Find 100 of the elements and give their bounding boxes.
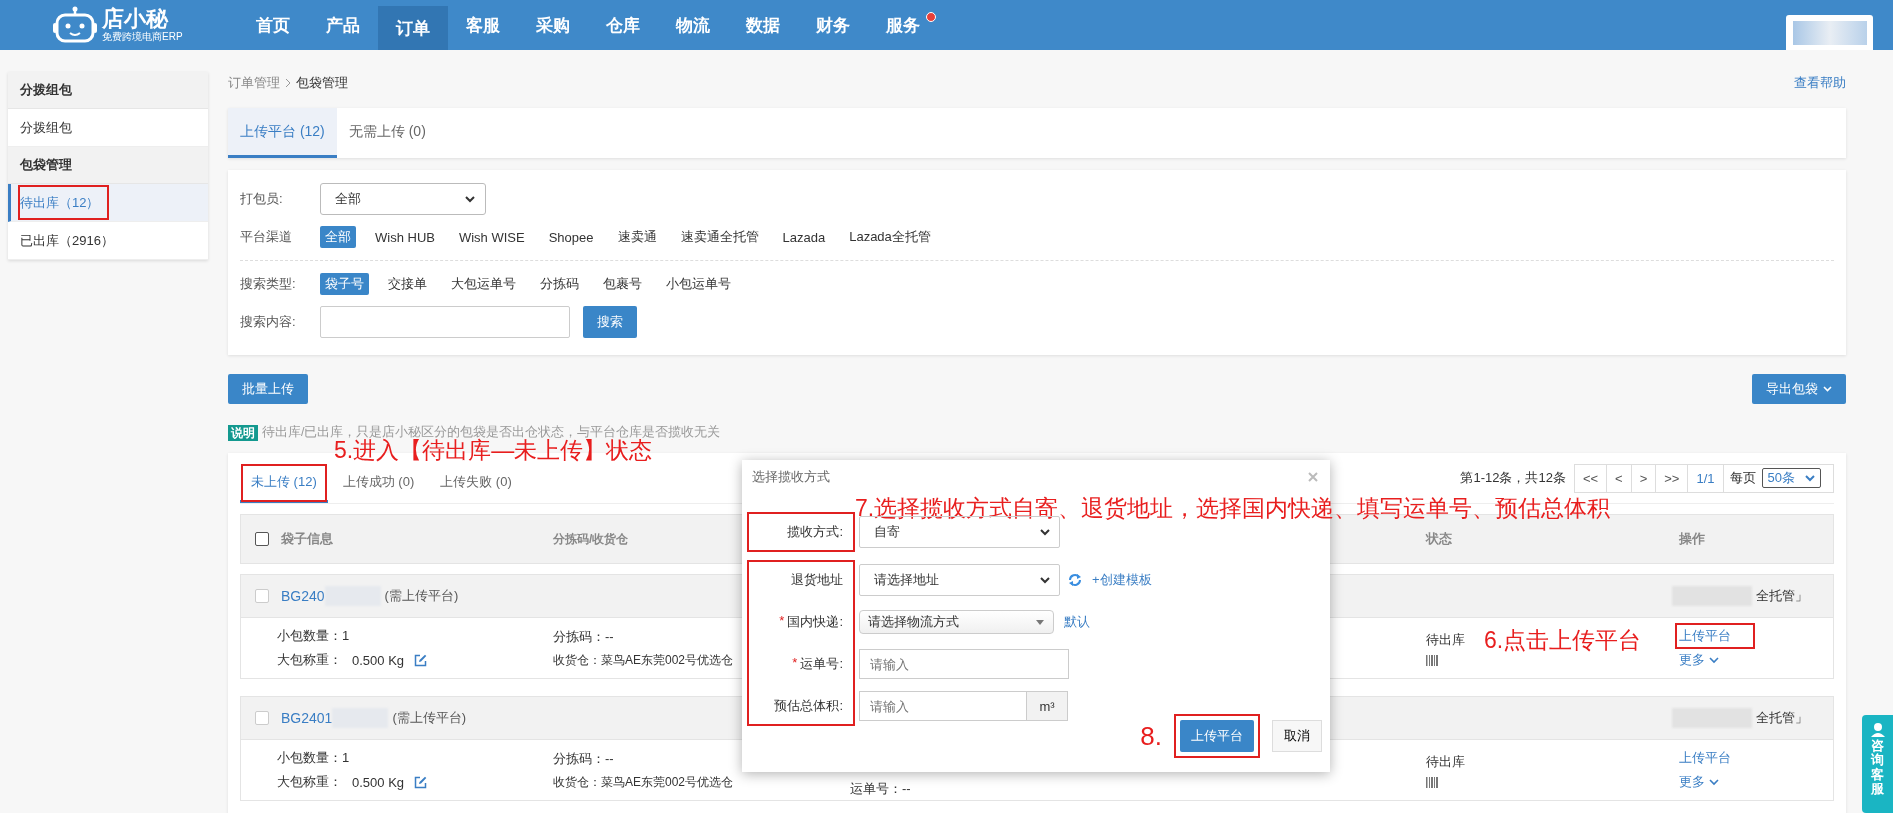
chevron-right-icon	[284, 78, 292, 88]
field-link[interactable]: +创建模板	[1092, 571, 1152, 589]
table-cell: 分拣码：--	[553, 749, 614, 768]
filter-option[interactable]: 包裹号	[598, 273, 647, 295]
chevron-down-icon	[1805, 474, 1815, 482]
cancel-button[interactable]: 取消	[1272, 720, 1322, 752]
sidebar-section-title: 包袋管理	[8, 147, 208, 184]
filter-option[interactable]: Shopee	[543, 227, 599, 247]
search-button[interactable]: 搜索	[583, 306, 637, 338]
filter-label: 搜索内容:	[240, 313, 297, 331]
filter-option[interactable]: Wish WISE	[453, 227, 530, 247]
tab[interactable]: 未上传 (12)	[240, 463, 328, 503]
edit-icon[interactable]	[414, 653, 428, 667]
per-page-label: 每页	[1728, 469, 1757, 487]
bag-number-link[interactable]: BG240	[281, 588, 325, 604]
filter-option[interactable]: Wish HUB	[370, 227, 440, 247]
tab[interactable]: 上传成功 (0)	[331, 463, 426, 503]
annotation-text: 8.	[1140, 722, 1162, 750]
chevron-down-icon	[1709, 778, 1719, 786]
table-cell: 大包称重：	[277, 651, 342, 669]
filter-option[interactable]: 全部	[320, 226, 356, 248]
sidebar-section-title: 分拨组包	[8, 72, 208, 109]
field-label: 运单号:	[800, 655, 843, 673]
filter-option[interactable]: 小包运单号	[661, 273, 736, 295]
account-avatar[interactable]	[1786, 15, 1873, 50]
nav-item[interactable]: 订单	[378, 6, 448, 50]
nav-item[interactable]: 首页	[238, 0, 308, 50]
barcode-icon	[1426, 776, 1438, 788]
status-text: 待出库	[1426, 752, 1465, 771]
annotation-text: 5.进入【待出库—未上传】状态	[334, 439, 653, 461]
field-link[interactable]: 默认	[1064, 613, 1090, 631]
table-cell: 0.500 Kg	[352, 774, 405, 790]
input-field[interactable]: 请输入	[859, 691, 1027, 721]
breadcrumb-link[interactable]: 订单管理	[228, 74, 280, 92]
upload-link[interactable]: 上传平台	[1679, 749, 1731, 767]
hosting-tag: 全托管」	[1756, 709, 1808, 727]
close-icon[interactable]	[1308, 472, 1318, 482]
table-cell: 小包数量：1	[277, 627, 350, 645]
filter-label: 搜索类型:	[240, 275, 297, 293]
status-text: 待出库	[1426, 630, 1465, 649]
dropdown-field[interactable]: 请选择物流方式	[859, 610, 1054, 634]
upload-button[interactable]: 上传平台	[1180, 720, 1254, 752]
nav-item[interactable]: 物流	[658, 0, 728, 50]
input-field[interactable]: 请输入	[859, 649, 1069, 679]
sidebar-item[interactable]: 待出库（12）	[8, 184, 208, 222]
table-cell: 收货仓：菜鸟AE东莞002号优选仓	[553, 773, 734, 791]
help-link[interactable]: 查看帮助	[1794, 74, 1846, 92]
filter-option[interactable]: 分拣码	[535, 273, 584, 295]
more-link[interactable]: 更多	[1679, 651, 1719, 669]
table-cell: 运单号：--	[850, 780, 911, 798]
required-mark: *	[792, 655, 798, 672]
table-cell: 小包数量：1	[277, 749, 350, 767]
tab[interactable]: 上传失败 (0)	[429, 463, 523, 503]
search-field[interactable]	[320, 306, 570, 338]
filter-option[interactable]: 袋子号	[320, 273, 369, 295]
annotation-text: 6.点击上传平台	[1484, 626, 1642, 654]
chevron-down-icon	[465, 195, 475, 203]
chevron-down-icon	[1040, 576, 1050, 584]
tab[interactable]: 无需上传 (0)	[336, 108, 438, 158]
nav-item[interactable]: 仓库	[588, 0, 658, 50]
column-header: 状态	[1426, 530, 1452, 548]
select-field[interactable]: 请选择地址	[859, 564, 1060, 596]
refresh-icon[interactable]	[1068, 572, 1082, 588]
logo-title: 店小秘	[102, 7, 170, 31]
required-mark: *	[779, 613, 785, 630]
filter-option[interactable]: 速卖通	[612, 226, 662, 248]
bag-number-link[interactable]: BG2401	[281, 710, 333, 726]
sidebar-item[interactable]: 已出库（2916）	[8, 222, 208, 260]
nav-item[interactable]: 客服	[448, 0, 518, 50]
column-header: 袋子信息	[281, 530, 333, 548]
chevron-down-icon	[1040, 528, 1050, 536]
table-cell: 收货仓：菜鸟AE东莞002号优选仓	[553, 651, 734, 669]
tab[interactable]: 上传平台 (12)	[228, 108, 337, 158]
per-page-select[interactable]: 50条	[1761, 468, 1821, 488]
column-header: 操作	[1679, 530, 1705, 548]
more-link[interactable]: 更多	[1679, 773, 1719, 791]
filter-option[interactable]: Lazada	[777, 227, 831, 247]
nav-item[interactable]: 采购	[518, 0, 588, 50]
note-badge: 说明	[228, 424, 258, 441]
batch-upload-button[interactable]: 批量上传	[228, 374, 308, 404]
checkbox[interactable]	[255, 532, 269, 546]
barcode-icon	[1426, 654, 1438, 666]
nav-item[interactable]: 数据	[728, 0, 798, 50]
table-cell: 分拣码：--	[553, 627, 614, 646]
field-label: 揽收方式:	[787, 523, 843, 541]
field-label: 退货地址	[791, 571, 843, 589]
support-tab[interactable]: 咨询客服	[1862, 715, 1893, 813]
packer-select[interactable]: 全部	[320, 183, 486, 215]
export-button[interactable]: 导出包袋	[1752, 374, 1846, 404]
nav-item[interactable]: 服务	[868, 0, 938, 50]
nav-item[interactable]: 产品	[308, 0, 378, 50]
filter-option[interactable]: Lazada全托管	[844, 226, 936, 248]
filter-label: 平台渠道	[240, 228, 293, 246]
filter-option[interactable]: 交接单	[383, 273, 432, 295]
nav-item[interactable]: 财务	[798, 0, 868, 50]
filter-option[interactable]: 大包运单号	[446, 273, 521, 295]
filter-option[interactable]: 速卖通全托管	[675, 226, 764, 248]
edit-icon[interactable]	[414, 775, 428, 789]
table-cell: 0.500 Kg	[352, 652, 405, 668]
field-label: 预估总体积:	[774, 697, 843, 715]
